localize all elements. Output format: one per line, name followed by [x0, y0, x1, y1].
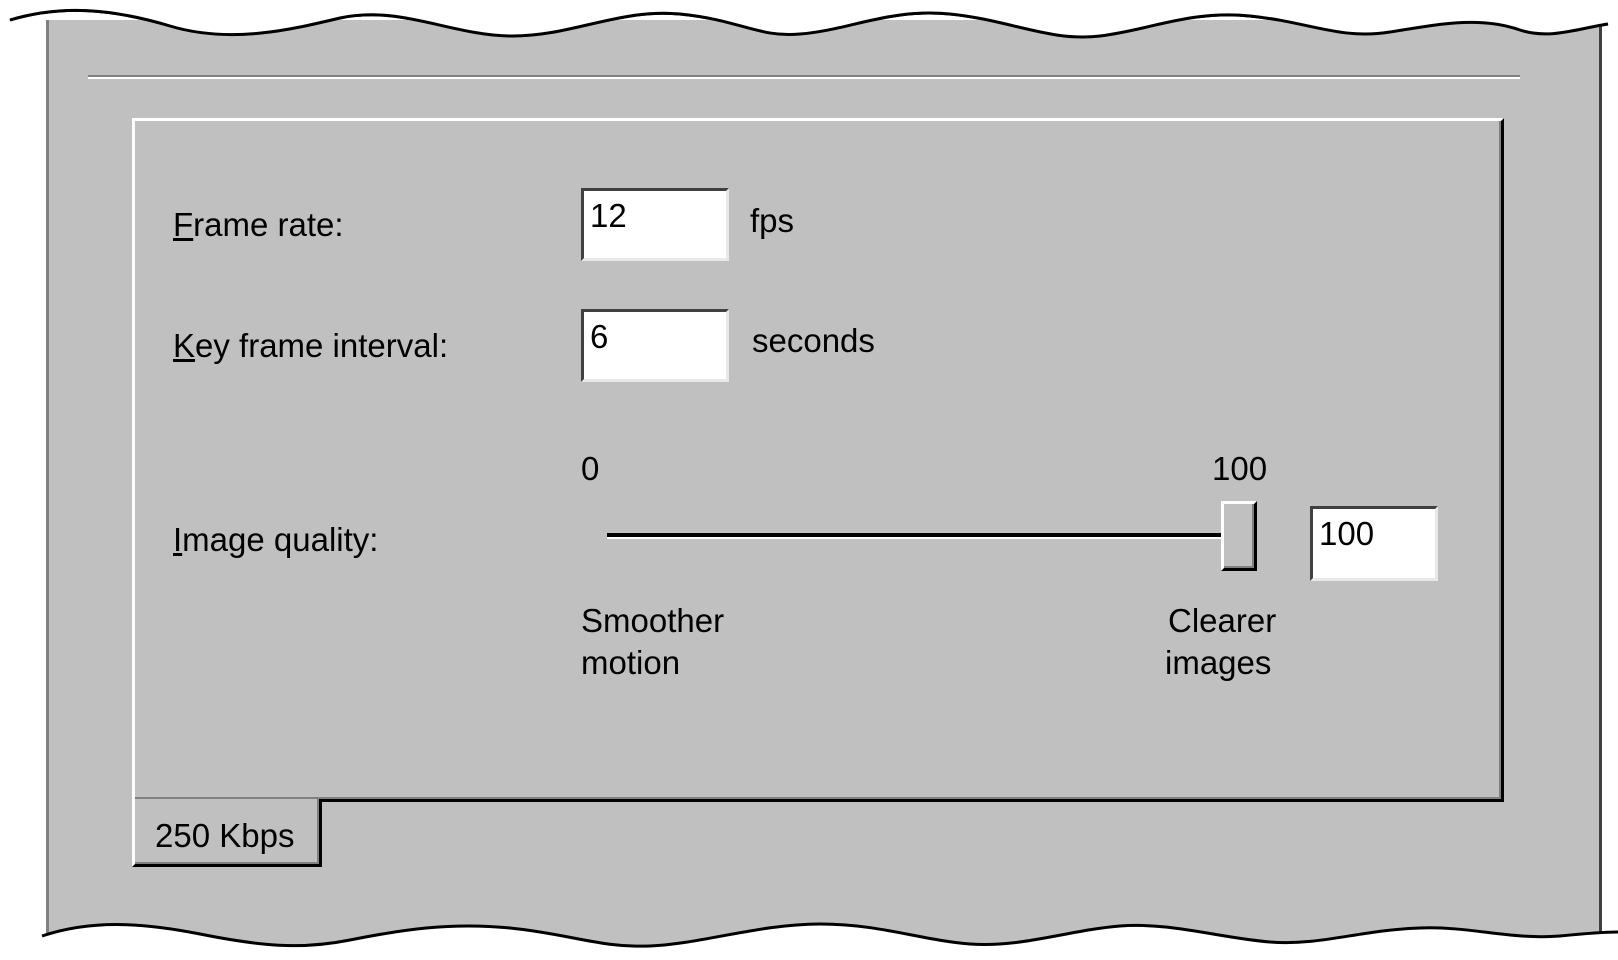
key-frame-interval-input[interactable]: 6 — [581, 309, 729, 382]
slider-right-caption-line1: Clearer — [1168, 602, 1277, 639]
torn-edge-bottom — [41, 922, 1618, 960]
slider-min-label: 0 — [581, 450, 600, 487]
torn-edge-top-overlay — [9, 0, 1609, 39]
frame-rate-input[interactable]: 12 — [581, 188, 729, 261]
image-quality-slider-track[interactable] — [607, 533, 1239, 539]
key-frame-interval-unit: seconds — [752, 322, 875, 359]
tab-250-kbps[interactable]: 250 Kbps — [132, 799, 322, 867]
image-quality-label: Image quality: — [173, 521, 379, 558]
key-frame-interval-label: Key frame interval: — [173, 327, 449, 364]
slider-max-label: 100 — [1212, 450, 1268, 487]
separator-line — [88, 75, 1520, 79]
slider-left-caption-line2: motion — [581, 644, 681, 681]
image-quality-slider-thumb[interactable] — [1221, 501, 1257, 571]
frame-rate-unit: fps — [750, 202, 795, 239]
frame-rate-label: Frame rate: — [173, 206, 344, 243]
slider-left-caption-line1: Smoother — [581, 602, 725, 639]
slider-right-caption-line2: images — [1165, 644, 1272, 681]
image-quality-input[interactable]: 100 — [1310, 506, 1438, 581]
tab-label: 250 Kbps — [155, 817, 295, 854]
